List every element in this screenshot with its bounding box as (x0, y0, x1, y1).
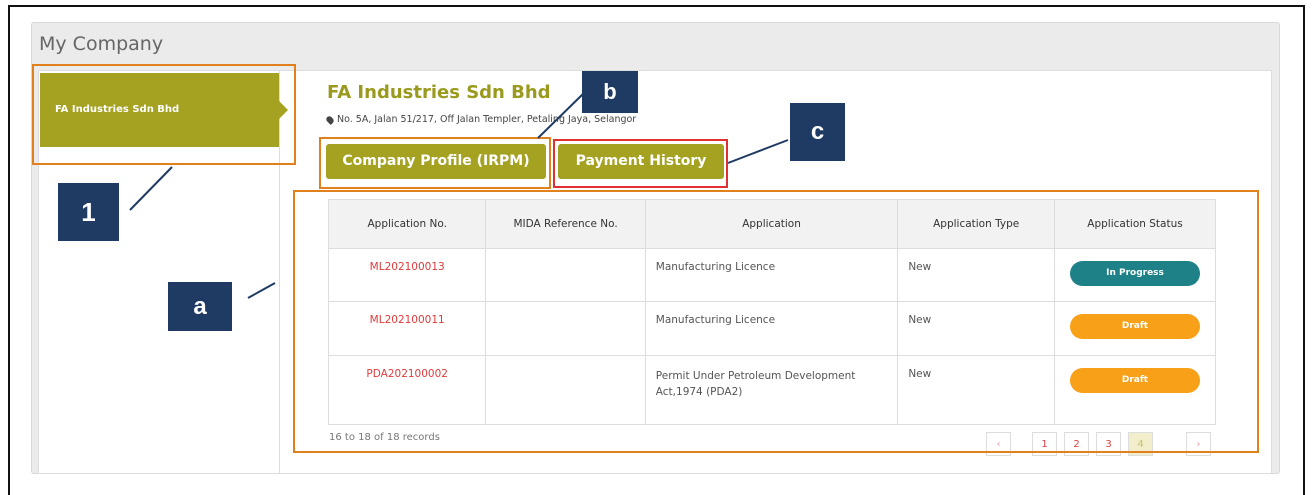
leader-line-b (537, 91, 586, 139)
leader-line-1 (129, 166, 173, 211)
callout-c: c (790, 103, 845, 161)
callout-a: a (168, 282, 232, 331)
callout-leader-lines (129, 91, 789, 299)
callout-1: 1 (58, 183, 119, 241)
leader-line-a (247, 282, 276, 299)
callout-b: b (582, 71, 638, 113)
leader-line-c (727, 139, 789, 164)
